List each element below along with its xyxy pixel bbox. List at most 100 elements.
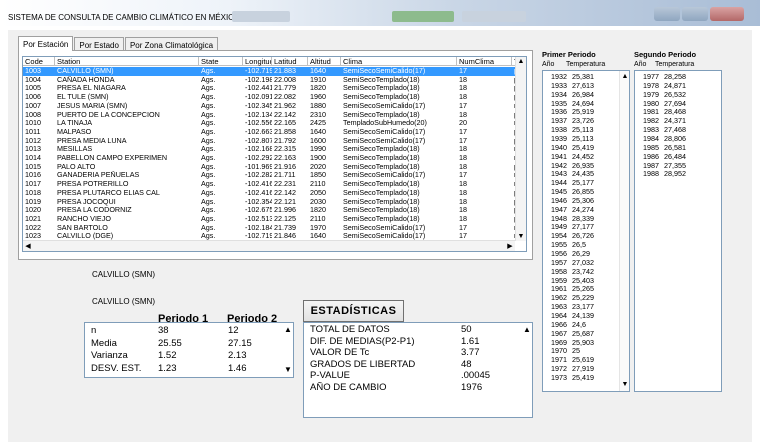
maximize-button[interactable] [682,7,708,21]
table-row[interactable]: 1017 PRESA POTRERILLO Ags. -102.416 22.231 21… [23,180,522,189]
stat-value: 1.61 [461,335,480,347]
list-cell: 2.13 [228,350,247,361]
estadisticas-listbox[interactable]: TOTAL DE DATOS 50 DIF. DE MEDIAS(P2-P1) 1.6… [303,322,533,418]
table-row[interactable]: 1018 PRESA PLUTARCO ELIAS CAL Ags. -102.416… [23,188,522,198]
table-row[interactable]: 1008 PUERTO DE LA CONCEPCION Ags. -102.134 2… [23,110,522,120]
table-row[interactable]: 1020 PRESA LA CODORNIZ Ags. -102.675 21.996 1… [23,206,522,215]
stations-grid[interactable]: Code Station State Longitud Latitud Altitud Cl… [22,56,527,252]
column-header[interactable]: Code [23,57,55,66]
table-cell: 1016 [25,171,41,180]
table-cell: -102.091 [245,93,272,102]
list-item[interactable]: Media 25.55 27.15 [85,337,280,349]
scroll-up-icon[interactable]: ▲ [516,57,526,66]
table-cell: 1004 [25,75,41,84]
scroll-left-icon[interactable]: ◀ [23,242,33,251]
list-cell: Media [91,337,117,349]
table-row[interactable]: 1012 PRESA MEDIA LUNA Ags. -102.807 21.792 16… [23,137,522,146]
table-cell: PRESA POTRERILLO [57,180,129,189]
primer-periodo-listbox[interactable]: 1932 25,381 1933 27,613 1934 26,984 1935 24,694… [542,70,630,392]
table-cell: 1640 [310,127,326,136]
minimize-button[interactable] [654,7,680,21]
list-item[interactable]: AÑO DE CAMBIO 1976 [304,381,519,393]
table-row[interactable]: 1016 GANADERIA PEÑUELAS Ags. -102.282 21.711… [23,171,522,180]
table-cell: LA TINAJA [57,119,93,128]
table-row[interactable]: 1004 CAÑADA HONDA Ags. -102.198 22.008 1910 Se… [23,75,522,85]
table-cell: -102.719 [245,67,272,75]
list-item[interactable]: 1988 28,952 [635,169,710,179]
segundo-periodo-listbox[interactable]: 1977 28,258 1978 24,871 1979 26,532 1980 27,694… [634,70,722,392]
stat-label: VALOR DE Tc [310,347,370,358]
tab-por-estacion[interactable]: Por Estación [18,36,74,51]
table-cell: Ags. [201,67,216,75]
table-row[interactable]: 1005 PRESA EL NIAGARA Ags. -102.441 21.779 18… [23,84,522,93]
table-row[interactable]: 1014 PABELLON CAMPO EXPERIMEN Ags. -102.292… [23,154,522,163]
table-cell: PABELLON CAMPO EXPERIMEN [57,154,168,162]
list-cell: DESV. EST. [91,362,142,374]
table-row[interactable]: 1010 LA TINAJA Ags. -102.556 22.165 2425 Templ… [23,119,522,128]
table-cell: MALPASO [57,127,92,136]
column-header[interactable]: NumClima [457,57,512,66]
tab-por-estado[interactable]: Por Estado [74,37,124,51]
table-row[interactable]: 1013 MESILLAS Ags. -102.168 22.315 1990 SemiSe… [23,145,522,154]
table-cell: PRESA PLUTARCO ELIAS CAL [57,188,160,197]
tab-por-zona-climatologica[interactable]: Por Zona Climatológica [124,37,219,51]
column-header[interactable]: Station [55,57,199,66]
list-item[interactable]: 1973 25,419 [543,372,618,383]
table-row[interactable]: 1011 MALPASO Ags. -102.663 21.858 1640 SemiSec… [23,127,522,137]
table-cell: 1850 [310,171,326,180]
table-cell: Ags. [201,197,216,206]
table-row[interactable]: 1021 RANCHO VIEJO Ags. -102.513 22.125 2110 Se… [23,214,522,224]
window-title: SISTEMA DE CONSULTA DE CAMBIO CLIMÁTICO … [8,13,241,22]
scroll-right-icon[interactable]: ▶ [505,242,515,251]
list-item[interactable]: DESV. EST. 1.23 1.46 [85,362,280,374]
list-item[interactable]: DIF. DE MEDIAS(P2-P1) 1.61 [304,335,519,347]
column-header[interactable]: Latitud [272,57,308,66]
list-item[interactable]: n 38 12 [85,326,280,336]
table-cell: 22.165 [274,119,296,128]
table-row[interactable]: 1006 EL TULE (SMN) Ags. -102.091 22.082 1960 S… [23,93,522,102]
table-row[interactable]: 1019 PRESA JOCOQUI Ags. -102.354 22.121 2030 S… [23,197,522,207]
year-value: 1988 [643,169,659,179]
scroll-up-icon[interactable]: ▲ [283,325,293,334]
table-cell: MESILLAS [57,145,93,154]
table-cell: RANCHO VIEJO [57,214,111,223]
table-row[interactable]: 1015 PALO ALTO Ags. -101.969 21.916 2020 SemiS… [23,163,522,172]
stat-label: GRADOS DE LIBERTAD [310,358,416,370]
column-header[interactable]: Altitud [308,57,341,66]
table-cell: Ags. [201,206,216,215]
scroll-down-icon[interactable]: ▼ [516,232,526,241]
stat-value: 1976 [461,381,483,393]
temperature-value: 25,419 [572,372,594,382]
table-cell: 18 [459,180,467,189]
list-item[interactable]: Varianza 1.52 2.13 [85,351,280,361]
scroll-down-icon[interactable]: ▼ [283,365,293,374]
column-header[interactable]: Longitud [243,57,272,66]
list-item[interactable]: VALOR DE Tc 3.77 [304,348,519,358]
scroll-up-icon[interactable]: ▲ [620,72,629,81]
table-cell: 1990 [310,145,326,154]
scroll-down-icon[interactable]: ▼ [620,380,629,389]
table-cell: 1019 [25,197,41,206]
grid-horizontal-scrollbar[interactable]: ◀ ▶ [23,240,515,251]
table-cell: 22.231 [274,180,296,189]
table-cell: 2310 [310,110,326,119]
table-cell: 17 [459,127,467,136]
list-item[interactable]: P-VALUE .00045 [304,371,519,381]
table-row[interactable]: 1003 CALVILLO (SMN) Ags. -102.719 21.883 1640… [23,67,522,76]
estadisticas-button[interactable]: ESTADÍSTICAS [303,300,404,322]
summary-listbox[interactable]: n 38 12 Media 25.55 27.15 Varianza 1.52 2.13 DESV… [84,322,294,378]
grid-vertical-scrollbar[interactable]: ▲ ▼ [515,57,526,241]
table-row[interactable]: 1022 SAN BARTOLO Ags. -102.184 21.739 1970 Sem… [23,224,522,233]
list-cell: 1.52 [158,350,177,361]
listbox-vertical-scrollbar[interactable]: ▲ ▼ [619,71,629,391]
list-item[interactable]: TOTAL DE DATOS 50 [304,325,519,335]
segundo-periodo-title: Segundo Periodo [634,50,697,59]
table-cell: Ags. [201,171,216,180]
table-row[interactable]: 1007 JESUS MARIA (SMN) Ags. -102.345 21.962 1… [23,102,522,111]
column-header[interactable]: State [199,57,243,66]
scroll-up-icon[interactable]: ▲ [522,325,532,334]
close-button[interactable] [710,7,744,21]
list-item[interactable]: GRADOS DE LIBERTAD 48 [304,358,519,370]
list-cell: Varianza [91,350,128,361]
column-header[interactable]: Clima [341,57,457,66]
